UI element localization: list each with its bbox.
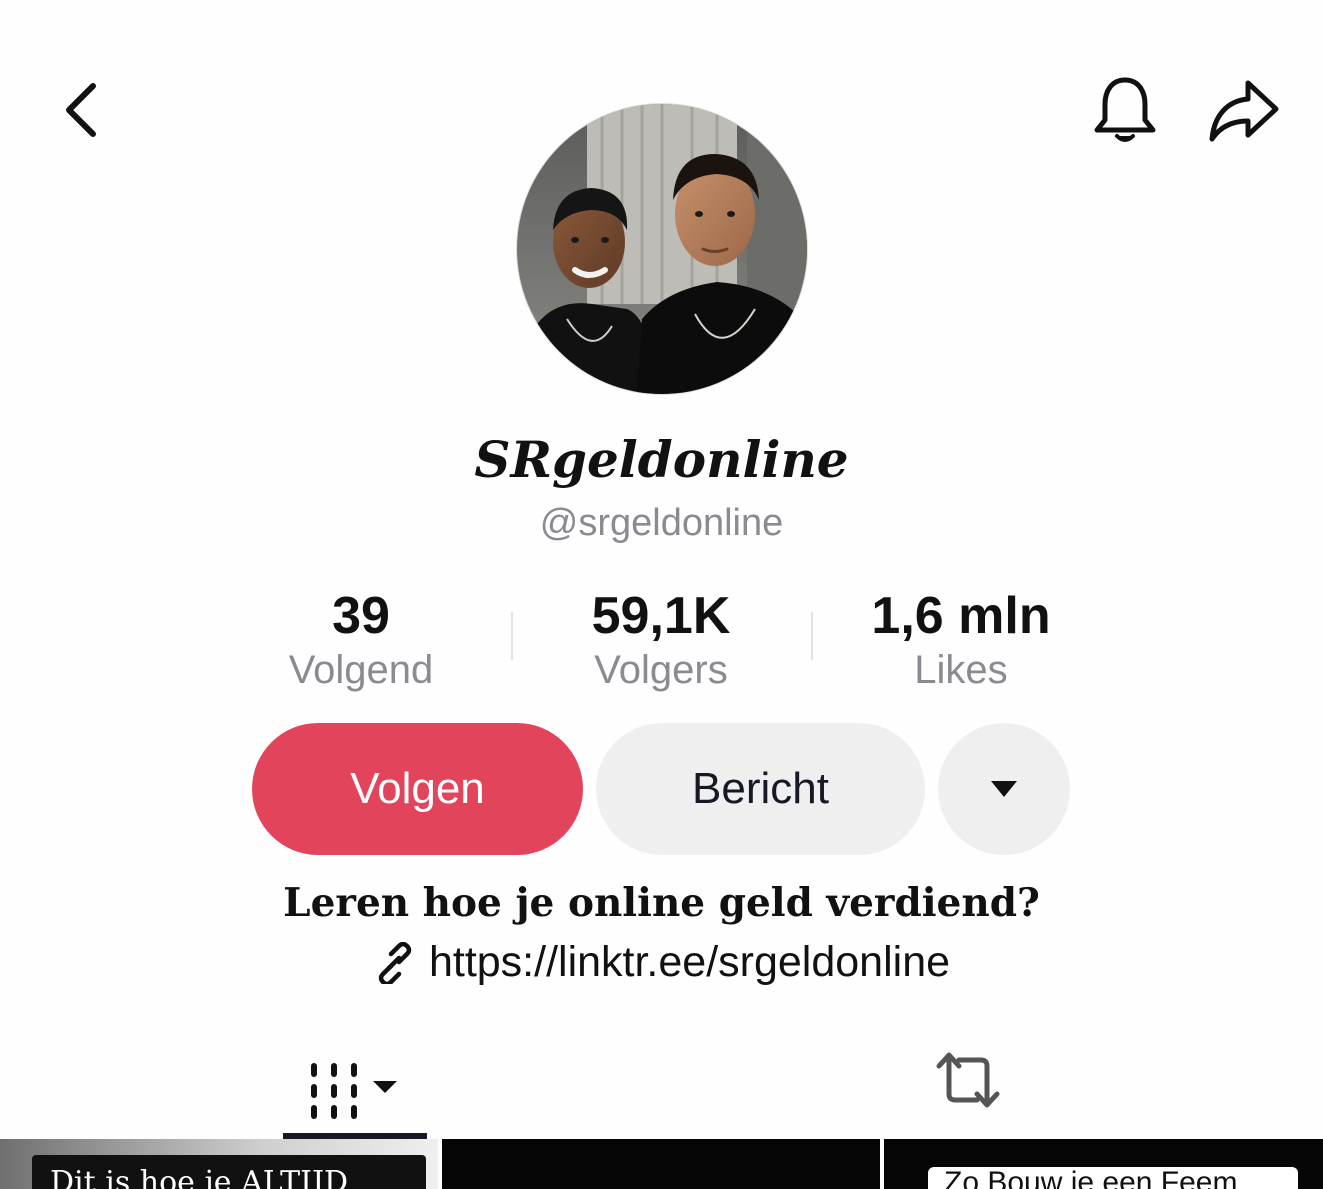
stat-followers-label: Volgers [594, 648, 728, 692]
message-button[interactable]: Bericht [596, 723, 925, 855]
repost-icon [936, 1052, 1000, 1108]
chevron-left-icon [66, 83, 96, 137]
stat-following[interactable]: 39 Volgend [211, 586, 511, 694]
back-button[interactable] [48, 72, 114, 148]
link-icon [378, 941, 412, 984]
stat-likes[interactable]: 1,6 mln Likes [811, 586, 1111, 694]
avatar-photo [517, 104, 807, 394]
caret-down-icon [991, 781, 1017, 797]
thumbnail-caption: Dit is hoe je ALTIJD [32, 1155, 426, 1189]
username-handle: @srgeldonline [539, 502, 784, 544]
avatar[interactable] [517, 104, 807, 394]
bio-link[interactable]: https://linktr.ee/srgeldonline [0, 938, 1323, 987]
stat-following-label: Volgend [288, 648, 434, 692]
video-grid-icon [311, 1063, 397, 1119]
follow-button[interactable]: Volgen [252, 723, 583, 855]
stat-followers[interactable]: 59,1K Volgers [511, 586, 811, 694]
stat-likes-value: 1,6 mln [871, 587, 1051, 645]
more-options-button[interactable] [938, 723, 1070, 855]
stat-likes-label: Likes [914, 648, 1008, 692]
tab-reposts[interactable] [920, 1040, 1016, 1120]
share-arrow-icon [1209, 80, 1279, 142]
video-thumbnail[interactable] [442, 1139, 880, 1189]
stat-followers-value: 59,1K [591, 587, 731, 645]
display-name: SRgeldonline [474, 430, 849, 489]
bell-icon [1094, 77, 1156, 142]
tab-videos[interactable] [283, 1040, 427, 1138]
share-button[interactable] [1202, 70, 1286, 150]
thumbnail-caption: Zo Bouw je een Feem [928, 1167, 1298, 1189]
video-thumbnail[interactable]: Zo Bouw je een Feem [884, 1139, 1323, 1189]
notification-bell-button[interactable] [1088, 70, 1162, 150]
video-thumbnail[interactable]: Dit is hoe je ALTIJD [0, 1139, 438, 1189]
bio-text: Leren hoe je online geld verdiend? [283, 880, 1040, 926]
bio-link-text: https://linktr.ee/srgeldonline [428, 938, 951, 986]
stat-following-value: 39 [332, 587, 390, 645]
